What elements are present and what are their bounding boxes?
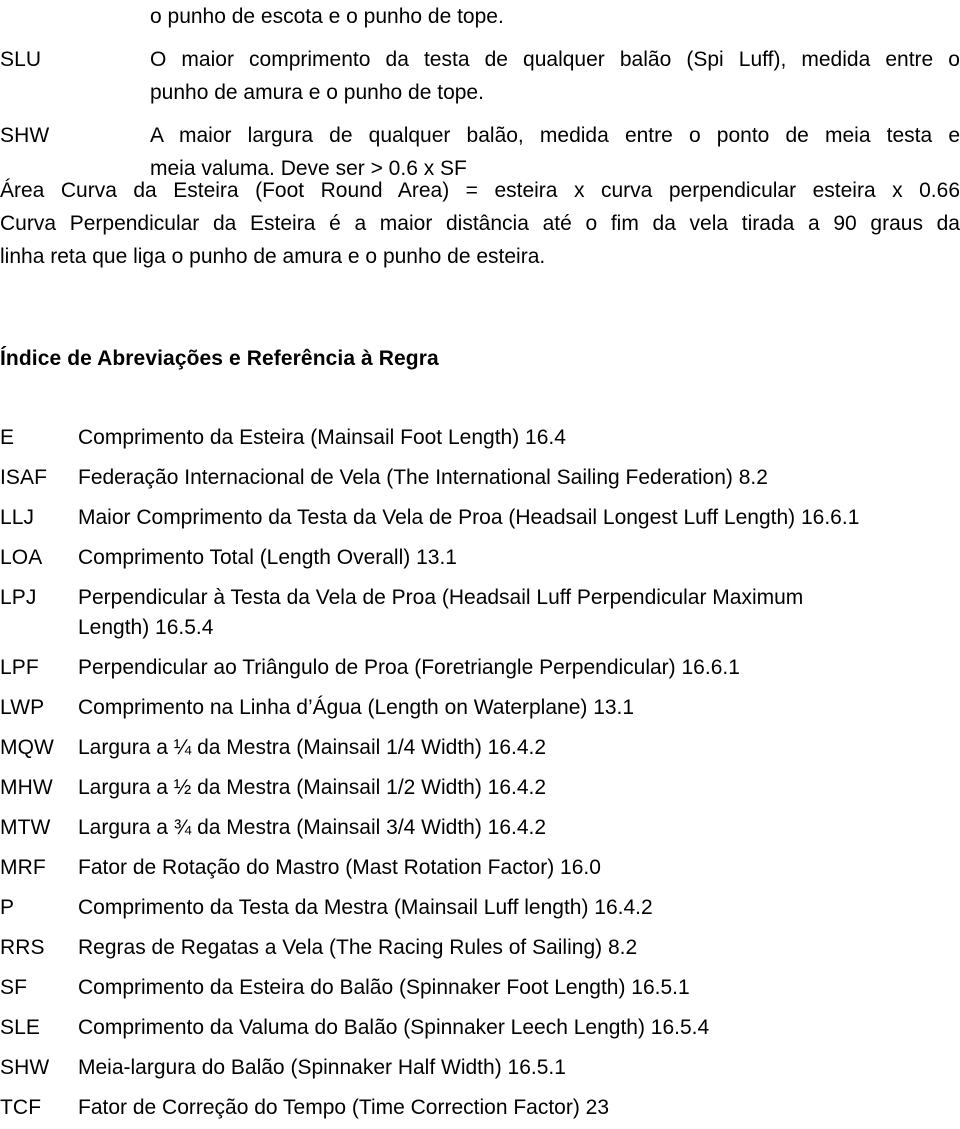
definition-shw-line-1: A maior largura de qualquer balão, medid… <box>150 124 960 147</box>
glossary-definition-lpj: Perpendicular à Testa da Vela de Proa (H… <box>78 583 958 643</box>
glossary-row-e: E Comprimento da Esteira (Mainsail Foot … <box>0 423 960 453</box>
definition-term-slu: SLU <box>0 48 42 71</box>
glossary-term-shw: SHW <box>0 1056 50 1079</box>
glossary-definition-p: Comprimento da Testa da Mestra (Mainsail… <box>78 896 653 919</box>
glossary-row-p: P Comprimento da Testa da Mestra (Mainsa… <box>0 893 960 923</box>
glossary-definition-shw: Meia-largura do Balão (Spinnaker Half Wi… <box>78 1056 566 1079</box>
glossary-term-mqw: MQW <box>0 736 54 759</box>
glossary-term-lpj: LPJ <box>0 586 37 609</box>
glossary-term-lwp: LWP <box>0 696 45 719</box>
glossary-definition-mrf: Fator de Rotação do Mastro (Mast Rotatio… <box>78 856 601 879</box>
glossary-row-llj: LLJ Maior Comprimento da Testa da Vela d… <box>0 503 960 533</box>
glossary-row-lpf: LPF Perpendicular ao Triângulo de Proa (… <box>0 653 960 683</box>
definition-row-slu: SLU O maior comprimento da testa de qual… <box>0 43 960 109</box>
definition-slu-line-2: punho de amura e o punho de tope. <box>150 81 484 104</box>
glossary-definition-lpj-line-2: Length) 16.5.4 <box>78 616 214 639</box>
glossary-row-mqw: MQW Largura a ¼ da Mestra (Mainsail 1/4 … <box>0 733 960 763</box>
glossary-term-mhw: MHW <box>0 776 53 799</box>
glossary-definition-mtw: Largura a ¾ da Mestra (Mainsail 3/4 Widt… <box>78 816 547 839</box>
glossary-section-heading: Índice de Abreviações e Referência à Reg… <box>0 347 439 370</box>
glossary-definition-sf: Comprimento da Esteira do Balão (Spinnak… <box>78 976 690 999</box>
glossary-row-shw: SHW Meia-largura do Balão (Spinnaker Hal… <box>0 1053 960 1083</box>
definition-term-shw: SHW <box>0 124 50 147</box>
glossary-term-loa: LOA <box>0 546 43 569</box>
glossary-definition-loa: Comprimento Total (Length Overall) 13.1 <box>78 546 457 569</box>
glossary-row-loa: LOA Comprimento Total (Length Overall) 1… <box>0 543 960 573</box>
glossary-definition-e: Comprimento da Esteira (Mainsail Foot Le… <box>78 426 566 449</box>
orphan-continuation-row: o punho de escota e o punho de tope. <box>0 0 960 33</box>
glossary-term-sf: SF <box>0 976 28 999</box>
foot-round-area-paragraph: Área Curva da Esteira (Foot Round Area) … <box>0 174 960 273</box>
glossary-term-llj: LLJ <box>0 506 35 529</box>
definition-body-slu: O maior comprimento da testa de qualquer… <box>150 43 960 109</box>
glossary-row-sle: SLE Comprimento da Valuma do Balão (Spin… <box>0 1013 960 1043</box>
glossary-definition-lpj-line-1: Perpendicular à Testa da Vela de Proa (H… <box>78 586 804 609</box>
glossary-definition-sle: Comprimento da Valuma do Balão (Spinnake… <box>78 1016 710 1039</box>
glossary-definition-rrs: Regras de Regatas a Vela (The Racing Rul… <box>78 936 638 959</box>
glossary-definition-lpf: Perpendicular ao Triângulo de Proa (Fore… <box>78 656 740 679</box>
glossary-term-lpf: LPF <box>0 656 39 679</box>
glossary-row-isaf: ISAF Federação Internacional de Vela (Th… <box>0 463 960 493</box>
glossary-definition-tcf: Fator de Correção do Tempo (Time Correct… <box>78 1096 610 1119</box>
glossary-definition-llj: Maior Comprimento da Testa da Vela de Pr… <box>78 506 860 529</box>
top-definitions-block: o punho de escota e o punho de tope. SLU… <box>0 0 960 195</box>
glossary-term-sle: SLE <box>0 1016 40 1039</box>
glossary-definition-mqw: Largura a ¼ da Mestra (Mainsail 1/4 Widt… <box>78 736 547 759</box>
glossary-term-mrf: MRF <box>0 856 46 879</box>
orphan-continuation-text: o punho de escota e o punho de tope. <box>150 5 504 28</box>
glossary-row-sf: SF Comprimento da Esteira do Balão (Spin… <box>0 973 960 1003</box>
glossary-list: E Comprimento da Esteira (Mainsail Foot … <box>0 423 960 1129</box>
glossary-row-mrf: MRF Fator de Rotação do Mastro (Mast Rot… <box>0 853 960 883</box>
glossary-row-mhw: MHW Largura a ½ da Mestra (Mainsail 1/2 … <box>0 773 960 803</box>
glossary-definition-lwp: Comprimento na Linha d’Água (Length on W… <box>78 696 635 719</box>
glossary-row-rrs: RRS Regras de Regatas a Vela (The Racing… <box>0 933 960 963</box>
foot-round-line-3: linha reta que liga o punho de amura e o… <box>0 245 546 268</box>
foot-round-line-2: Curva Perpendicular da Esteira é a maior… <box>0 212 960 235</box>
glossary-term-e: E <box>0 426 15 449</box>
glossary-term-isaf: ISAF <box>0 466 48 489</box>
glossary-row-lpj: LPJ Perpendicular à Testa da Vela de Pro… <box>0 583 960 643</box>
glossary-row-tcf: TCF Fator de Correção do Tempo (Time Cor… <box>0 1093 960 1123</box>
glossary-term-rrs: RRS <box>0 936 45 959</box>
glossary-term-tcf: TCF <box>0 1096 42 1119</box>
glossary-row-mtw: MTW Largura a ¾ da Mestra (Mainsail 3/4 … <box>0 813 960 843</box>
foot-round-line-1: Área Curva da Esteira (Foot Round Area) … <box>0 179 960 202</box>
glossary-row-lwp: LWP Comprimento na Linha d’Água (Length … <box>0 693 960 723</box>
glossary-definition-mhw: Largura a ½ da Mestra (Mainsail 1/2 Widt… <box>78 776 547 799</box>
definition-slu-line-1: O maior comprimento da testa de qualquer… <box>150 48 960 71</box>
document-page: o punho de escota e o punho de tope. SLU… <box>0 0 960 1129</box>
glossary-term-mtw: MTW <box>0 816 51 839</box>
glossary-definition-isaf: Federação Internacional de Vela (The Int… <box>78 466 768 489</box>
glossary-term-p: P <box>0 896 15 919</box>
